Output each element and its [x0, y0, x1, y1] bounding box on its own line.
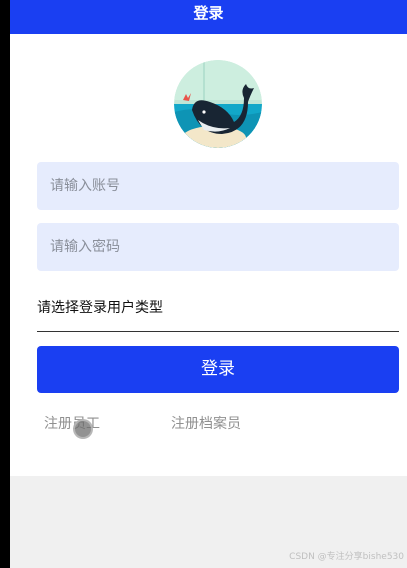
- watermark-text: CSDN @专注分享bishe530: [289, 552, 404, 562]
- register-archivist-link[interactable]: 注册档案员: [171, 413, 241, 433]
- user-type-select[interactable]: 请选择登录用户类型: [37, 291, 399, 332]
- account-input[interactable]: [37, 162, 399, 210]
- touch-cursor-indicator: [73, 419, 93, 439]
- login-button[interactable]: 登录: [37, 346, 399, 393]
- left-edge-bar: [0, 0, 10, 568]
- page-title: 登录: [193, 4, 224, 22]
- page-header: 登录: [10, 0, 407, 34]
- whale-logo-icon: [174, 60, 262, 148]
- password-input[interactable]: [37, 223, 399, 271]
- login-card: 请选择登录用户类型 登录 注册员工 注册档案员: [10, 34, 407, 476]
- user-type-select-label: 请选择登录用户类型: [37, 300, 163, 316]
- login-button-label: 登录: [201, 359, 235, 379]
